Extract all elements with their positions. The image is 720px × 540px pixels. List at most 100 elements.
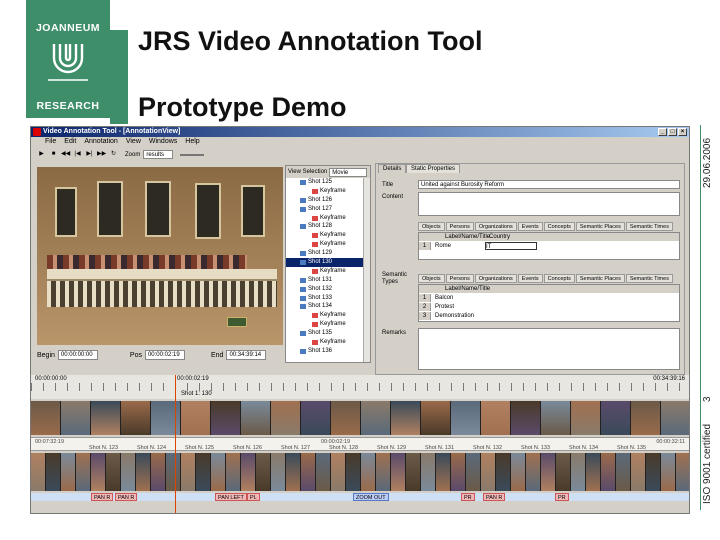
frame-thumbnail[interactable] bbox=[46, 453, 61, 491]
keyframe-thumbnail[interactable] bbox=[91, 401, 121, 435]
frame-thumbnail[interactable] bbox=[301, 453, 316, 491]
menu-help[interactable]: Help bbox=[185, 137, 199, 147]
tree-shot-item[interactable]: Shot 131 bbox=[286, 276, 370, 285]
tab-static-properties[interactable]: Static Properties bbox=[406, 164, 461, 173]
frame-thumbnail[interactable] bbox=[31, 453, 46, 491]
tree-keyframe-item[interactable]: Keyframe bbox=[286, 240, 370, 249]
subtab-organizations[interactable]: Organizations bbox=[474, 222, 517, 231]
subtab-persons[interactable]: Persons bbox=[445, 222, 474, 231]
frame-thumbnail[interactable] bbox=[511, 453, 526, 491]
close-icon[interactable]: × bbox=[678, 128, 687, 136]
subtab-events[interactable]: Events bbox=[517, 222, 543, 231]
frame-thumbnail[interactable] bbox=[256, 453, 271, 491]
keyframe-thumbnail[interactable] bbox=[421, 401, 451, 435]
tree-shot-item[interactable]: Shot 128 bbox=[286, 222, 370, 231]
menu-view[interactable]: View bbox=[126, 137, 141, 147]
frame-thumbnail[interactable] bbox=[526, 453, 541, 491]
rewind-icon[interactable]: ◀◀ bbox=[61, 150, 70, 159]
menu-edit[interactable]: Edit bbox=[64, 137, 76, 147]
frame-thumbnail[interactable] bbox=[436, 453, 451, 491]
loop-icon[interactable]: ↻ bbox=[109, 150, 118, 159]
subtab-concepts[interactable]: Concepts bbox=[543, 222, 575, 231]
maximize-icon[interactable]: □ bbox=[668, 128, 677, 136]
keyframe-thumbnail[interactable] bbox=[451, 401, 481, 435]
frame-thumbnail[interactable] bbox=[181, 453, 196, 491]
row-country-input[interactable]: IT bbox=[485, 242, 537, 250]
tree-shot-item[interactable]: Shot 126 bbox=[286, 196, 370, 205]
keyframe-thumbnail[interactable] bbox=[31, 401, 61, 435]
frame-thumbnail[interactable] bbox=[286, 453, 301, 491]
keyframe-thumbnail[interactable] bbox=[301, 401, 331, 435]
frame-thumbnail[interactable] bbox=[481, 453, 496, 491]
camera-motion-label[interactable]: PAN R bbox=[115, 493, 138, 501]
subtab-objects-2[interactable]: Objects bbox=[418, 274, 445, 283]
frame-thumbnail[interactable] bbox=[136, 453, 151, 491]
zoom-select[interactable]: results bbox=[143, 150, 174, 159]
subtab-concepts-2[interactable]: Concepts bbox=[543, 274, 575, 283]
frame-thumbnail[interactable] bbox=[556, 453, 571, 491]
frame-thumbnail[interactable] bbox=[646, 453, 661, 491]
frame-thumbnail[interactable] bbox=[241, 453, 256, 491]
subtab-organizations-2[interactable]: Organizations bbox=[474, 274, 517, 283]
subtab-semantic-places-2[interactable]: Semantic Places bbox=[575, 274, 625, 283]
tree-shot-item[interactable]: Shot 132 bbox=[286, 285, 370, 294]
camera-motion-label[interactable]: PL bbox=[247, 493, 260, 501]
tree-shot-item[interactable]: Shot 134 bbox=[286, 302, 370, 311]
frame-thumbnail[interactable] bbox=[676, 453, 689, 491]
tree-shot-item[interactable]: Shot 133 bbox=[286, 294, 370, 303]
tree-shot-item[interactable]: Shot 130 bbox=[286, 258, 370, 267]
end-field[interactable]: 00:34:39:14 bbox=[226, 350, 267, 360]
play-icon[interactable]: ▶ bbox=[37, 150, 46, 159]
subtab-semantic-places[interactable]: Semantic Places bbox=[575, 222, 625, 231]
frame-thumbnail[interactable] bbox=[106, 453, 121, 491]
minimize-icon[interactable]: _ bbox=[658, 128, 667, 136]
timeline-ruler[interactable] bbox=[31, 383, 689, 391]
fast-forward-icon[interactable]: ▶▶ bbox=[97, 150, 106, 159]
frame-thumbnail[interactable] bbox=[211, 453, 226, 491]
subtab-semantic-times-2[interactable]: Semantic Times bbox=[625, 274, 673, 283]
table-row[interactable]: 1 Rome IT bbox=[419, 242, 679, 250]
camera-motion-row[interactable]: PAN R PAN R PAN LEFT PL ZOOM OUT PR PAN R PR bbox=[31, 493, 689, 501]
tree-shot-item[interactable]: Shot 136 bbox=[286, 347, 370, 356]
video-frame[interactable] bbox=[37, 167, 283, 345]
frame-thumbnail[interactable] bbox=[121, 453, 136, 491]
remarks-field[interactable] bbox=[418, 328, 680, 370]
frame-thumbnail[interactable] bbox=[361, 453, 376, 491]
frame-thumbnail[interactable] bbox=[391, 453, 406, 491]
frame-thumbnail[interactable] bbox=[76, 453, 91, 491]
table-row[interactable]: 2 Protest bbox=[419, 303, 679, 311]
frame-thumbnail[interactable] bbox=[421, 453, 436, 491]
volume-slider[interactable] bbox=[180, 153, 205, 156]
tree-shot-item[interactable]: Shot 125 bbox=[286, 178, 370, 187]
tree-keyframe-item[interactable]: Keyframe bbox=[286, 214, 370, 223]
subtab-persons-2[interactable]: Persons bbox=[445, 274, 474, 283]
tree-keyframe-item[interactable]: Keyframe bbox=[286, 320, 370, 329]
step-forward-icon[interactable]: ▶| bbox=[85, 150, 94, 159]
tree-keyframe-item[interactable]: Keyframe bbox=[286, 338, 370, 347]
tab-details[interactable]: Details bbox=[378, 164, 407, 173]
tree-keyframe-item[interactable]: Keyframe bbox=[286, 267, 370, 276]
frame-thumbnail[interactable] bbox=[496, 453, 511, 491]
camera-motion-label[interactable]: ZOOM OUT bbox=[353, 493, 389, 501]
subtab-objects[interactable]: Objects bbox=[418, 222, 445, 231]
step-back-icon[interactable]: |◀ bbox=[73, 150, 82, 159]
timeline-cursor[interactable] bbox=[175, 375, 176, 513]
tree-keyframe-item[interactable]: Keyframe bbox=[286, 231, 370, 240]
frame-thumbnail[interactable] bbox=[151, 453, 166, 491]
keyframe-thumbnail[interactable] bbox=[331, 401, 361, 435]
frame-thumbnail[interactable] bbox=[406, 453, 421, 491]
subtab-events-2[interactable]: Events bbox=[517, 274, 543, 283]
keyframe-strip[interactable] bbox=[31, 401, 689, 435]
frame-thumbnail[interactable] bbox=[376, 453, 391, 491]
keyframe-thumbnail[interactable] bbox=[601, 401, 631, 435]
tree-scrollbar[interactable] bbox=[363, 178, 370, 362]
begin-field[interactable]: 00:00:00:00 bbox=[57, 350, 98, 360]
keyframe-thumbnail[interactable] bbox=[181, 401, 211, 435]
tree-shot-item[interactable]: Shot 135 bbox=[286, 329, 370, 338]
tree-keyframe-item[interactable]: Keyframe bbox=[286, 311, 370, 320]
table-row[interactable]: 3 Demonstration bbox=[419, 312, 679, 320]
frame-thumbnail[interactable] bbox=[331, 453, 346, 491]
keyframe-thumbnail[interactable] bbox=[211, 401, 241, 435]
keyframe-thumbnail[interactable] bbox=[151, 401, 181, 435]
frame-thumbnail[interactable] bbox=[61, 453, 76, 491]
